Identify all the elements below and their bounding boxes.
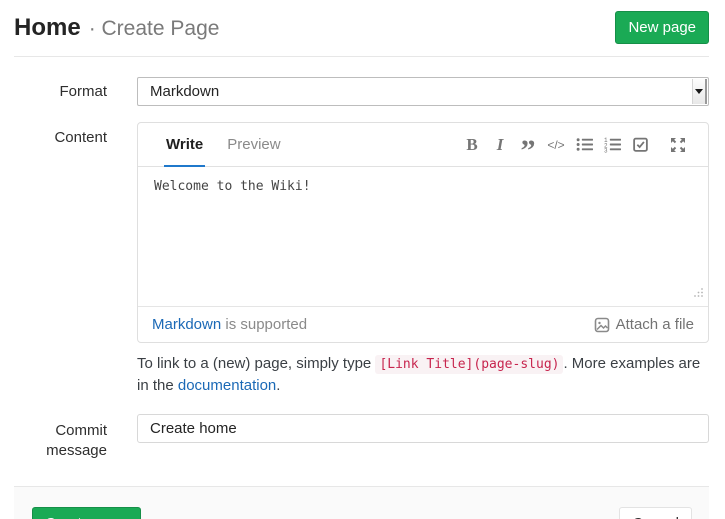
commit-message-label: Commit message <box>14 414 107 461</box>
format-field: Markdown <box>137 77 709 106</box>
fullscreen-icon[interactable] <box>664 131 692 159</box>
svg-text:3: 3 <box>604 148 608 153</box>
content-field: Write Preview B I ” </> <box>137 122 709 343</box>
form-actions: Create page Cancel <box>14 486 709 519</box>
help-prefix: To link to a (new) page, simply type <box>137 355 375 372</box>
attach-file-button[interactable]: Attach a file <box>594 316 694 333</box>
content-row: Content Write Preview B I ” </> <box>14 122 709 343</box>
markdown-supported-text: Markdown is supported <box>152 316 307 333</box>
page-container: Home · Create Page New page Format Markd… <box>0 0 725 519</box>
bulleted-list-icon[interactable] <box>570 131 598 159</box>
code-icon[interactable]: </> <box>542 131 570 159</box>
tab-preview[interactable]: Preview <box>227 123 280 166</box>
numbered-list-icon[interactable]: 1 2 3 <box>598 131 626 159</box>
help-suffix: . <box>276 377 280 394</box>
bold-icon[interactable]: B <box>458 131 486 159</box>
commit-row: Commit message <box>14 414 709 461</box>
new-page-button[interactable]: New page <box>615 11 709 44</box>
format-row: Format Markdown <box>14 77 709 106</box>
link-syntax-code: [Link Title](page-slug) <box>375 355 563 374</box>
editor-tabbar: Write Preview B I ” </> <box>138 123 708 167</box>
cancel-button[interactable]: Cancel <box>619 507 692 519</box>
content-label: Content <box>14 122 107 343</box>
task-list-icon[interactable] <box>626 131 654 159</box>
documentation-link[interactable]: documentation <box>178 377 276 394</box>
quote-icon[interactable]: ” <box>514 131 542 159</box>
help-text: To link to a (new) page, simply type [Li… <box>137 353 709 396</box>
editor-footer: Markdown is supported Attach a file <box>138 306 708 342</box>
commit-message-input[interactable] <box>137 414 709 443</box>
markdown-editor: Write Preview B I ” </> <box>137 122 709 343</box>
page-header: Home · Create Page New page <box>14 0 709 57</box>
format-select[interactable]: Markdown <box>137 77 709 106</box>
format-select-value: Markdown <box>150 83 219 100</box>
format-label: Format <box>14 82 107 102</box>
content-textarea[interactable]: Welcome to the Wiki! <box>138 167 708 306</box>
select-dropdown-arrow-icon <box>692 79 707 104</box>
tab-write[interactable]: Write <box>166 123 203 166</box>
editor-body: Welcome to the Wiki! <box>138 167 708 306</box>
commit-field <box>137 414 709 461</box>
editor-toolbar: B I ” </> 1 <box>458 123 692 166</box>
supported-label: is supported <box>221 316 307 333</box>
page-title: Home <box>14 14 81 42</box>
resize-handle[interactable] <box>693 285 704 303</box>
italic-icon[interactable]: I <box>486 131 514 159</box>
image-icon <box>594 317 610 333</box>
page-subtitle: · Create Page <box>89 17 220 41</box>
breadcrumb: Home · Create Page <box>14 14 219 42</box>
create-page-button[interactable]: Create page <box>32 507 141 519</box>
attach-file-label: Attach a file <box>616 316 694 333</box>
markdown-link[interactable]: Markdown <box>152 316 221 333</box>
